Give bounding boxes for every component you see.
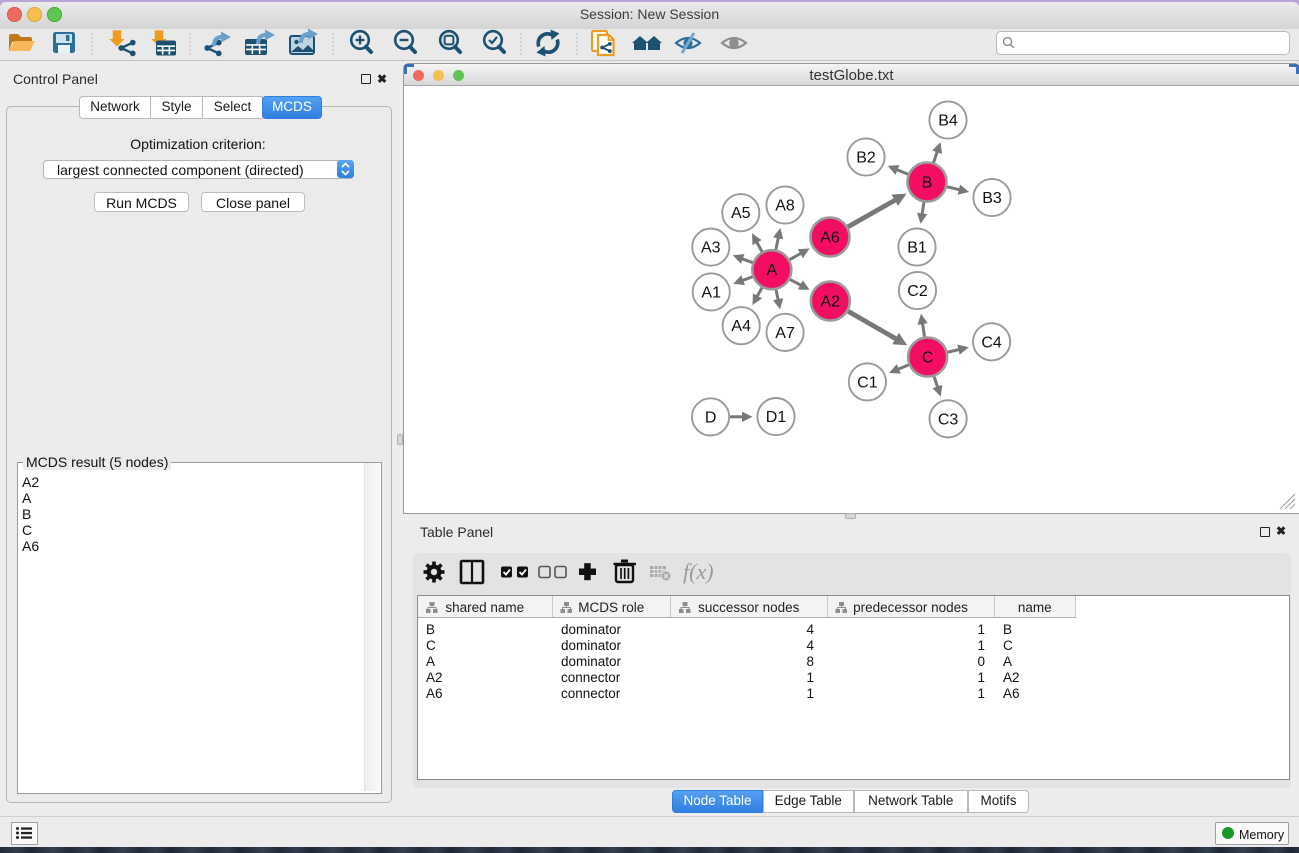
svg-text:A2: A2: [821, 294, 841, 311]
svg-text:A1: A1: [701, 284, 721, 301]
svg-text:B1: B1: [907, 240, 927, 257]
svg-text:A4: A4: [731, 318, 751, 335]
svg-text:f(x): f(x): [683, 559, 714, 584]
svg-text:D: D: [705, 409, 717, 426]
svg-text:A5: A5: [731, 205, 751, 222]
svg-text:C4: C4: [981, 334, 1002, 351]
svg-text:A6: A6: [820, 230, 840, 247]
svg-text:A3: A3: [701, 240, 721, 257]
svg-text:A: A: [766, 262, 777, 279]
svg-text:C3: C3: [938, 411, 959, 428]
svg-text:B4: B4: [938, 113, 958, 130]
svg-text:A8: A8: [775, 198, 795, 215]
svg-text:B3: B3: [982, 190, 1002, 207]
svg-text:D1: D1: [766, 409, 787, 426]
svg-text:C1: C1: [857, 374, 878, 391]
svg-text:C: C: [922, 350, 934, 367]
svg-text:B2: B2: [856, 150, 876, 167]
svg-text:B: B: [922, 175, 933, 192]
svg-text:C2: C2: [907, 283, 928, 300]
svg-text:A7: A7: [775, 325, 795, 342]
